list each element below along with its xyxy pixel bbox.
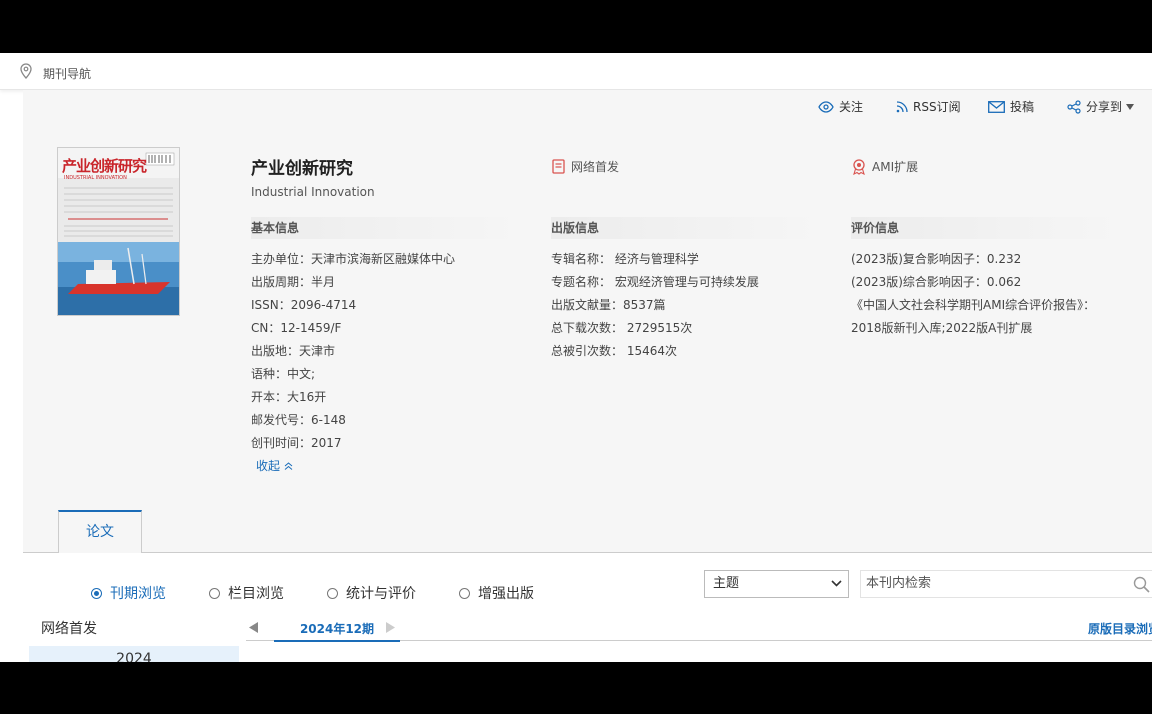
browser-viewport: 期刊导航 关注 RSS订阅 投稿 分享到 产业创新研究 INDUSTRIAL I… [0, 53, 1152, 662]
submit-label: 投稿 [1010, 100, 1035, 114]
basic-field-founded: 创刊时间：2017 [251, 436, 342, 450]
issue-navigation: 2024年12期 原版目录浏览 [246, 616, 1152, 642]
basic-field-frequency: 出版周期：半月 [251, 275, 336, 289]
radio-label: 栏目浏览 [228, 586, 284, 602]
journal-search-input[interactable]: 本刊内检索 [860, 570, 1152, 598]
collapse-label: 收起 [256, 459, 281, 473]
publish-field-topic: 专题名称： 宏观经济管理与可持续发展 [551, 275, 759, 289]
cover-masthead: 产业创新研究 [62, 157, 147, 175]
follow-label: 关注 [839, 100, 864, 114]
rss-label: RSS订阅 [913, 100, 961, 114]
search-icon[interactable] [1133, 576, 1150, 593]
follow-button[interactable]: 关注 [818, 98, 863, 115]
rss-icon [896, 100, 908, 112]
evaluation-info-heading: 评价信息 [851, 217, 1123, 239]
basic-field-sponsor: 主办单位：天津市滨海新区融媒体中心 [251, 252, 456, 266]
journal-cover-image: 产业创新研究 INDUSTRIAL INNOVATION [57, 147, 180, 316]
award-icon [853, 158, 865, 175]
radio-statistics[interactable]: 统计与评价 [327, 583, 416, 603]
basic-field-language: 语种：中文; [251, 367, 316, 381]
prev-issue-arrow-icon[interactable] [249, 622, 259, 633]
eval-field-ami-status: 2018版新刊入库;2022版A刊扩展 [851, 321, 1033, 335]
radio-issue-browse[interactable]: 刊期浏览 [91, 583, 166, 603]
tab-papers[interactable]: 论文 [58, 510, 142, 555]
radio-dot [91, 587, 102, 599]
breadcrumb-journal-nav[interactable]: 期刊导航 [43, 65, 91, 82]
basic-field-postal-code: 邮发代号：6-148 [251, 413, 346, 427]
radio-dot [209, 587, 220, 599]
radio-label: 统计与评价 [346, 586, 416, 602]
collapse-link[interactable]: 收起 [256, 457, 293, 474]
publish-field-articles: 出版文献量：8537篇 [551, 298, 666, 312]
ami-extension-link[interactable]: AMI扩展 [852, 158, 918, 175]
journal-title: 产业创新研究 [251, 159, 353, 179]
journal-title-en: Industrial Innovation [251, 185, 375, 199]
share-button[interactable]: 分享到 [1067, 98, 1135, 115]
publish-field-collection: 专辑名称： 经济与管理科学 [551, 252, 699, 266]
online-first-link[interactable]: 网络首发 [552, 158, 619, 175]
share-label: 分享到 [1086, 100, 1123, 114]
search-placeholder: 本刊内检索 [866, 576, 932, 591]
next-issue-arrow-icon[interactable] [385, 622, 395, 633]
basic-field-issn: ISSN：2096-4714 [251, 298, 357, 312]
double-chevron-up-icon [284, 462, 293, 470]
select-value: 主题 [713, 576, 740, 591]
publish-field-downloads: 总下载次数： 2729515次 [551, 321, 693, 335]
current-issue-tab[interactable]: 2024年12期 [274, 620, 400, 642]
sidebar-online-first[interactable]: 网络首发 [41, 618, 97, 638]
publish-field-citations: 总被引次数： 15464次 [551, 344, 677, 358]
radio-dot [459, 587, 470, 599]
location-pin-icon [20, 63, 32, 79]
search-field-select[interactable]: 主题 [704, 570, 849, 598]
eye-icon [818, 100, 834, 113]
radio-enhanced[interactable]: 增强出版 [459, 583, 534, 603]
basic-field-format: 开本：大16开 [251, 390, 327, 404]
radio-column-browse[interactable]: 栏目浏览 [209, 583, 284, 603]
breadcrumb-bar: 期刊导航 [0, 53, 1152, 90]
caret-down-icon [1126, 103, 1135, 110]
eval-field-composite-if: (2023版)复合影响因子：0.232 [851, 252, 1022, 266]
chevron-down-icon [831, 580, 842, 587]
sidebar-year-item[interactable]: 2024 [29, 646, 239, 662]
cover-masthead-en: INDUSTRIAL INNOVATION [64, 175, 127, 181]
share-icon [1067, 99, 1081, 114]
eval-field-ami-report: 《中国人文社会科学期刊AMI综合评价报告》： [851, 298, 1096, 312]
document-icon [552, 159, 565, 174]
envelope-icon [988, 100, 1005, 113]
submit-button[interactable]: 投稿 [988, 98, 1034, 115]
browse-section: 刊期浏览 栏目浏览 统计与评价 增强出版 主题 本刊内检索 网络首发 2024 … [23, 553, 1152, 662]
journal-detail-panel: 关注 RSS订阅 投稿 分享到 产业创新研究 INDUSTRIAL INNOVA… [23, 90, 1152, 662]
online-first-label: 网络首发 [571, 160, 620, 174]
ami-label: AMI扩展 [872, 160, 919, 174]
eval-field-comprehensive-if: (2023版)综合影响因子：0.062 [851, 275, 1022, 289]
original-toc-link[interactable]: 原版目录浏览 [1088, 620, 1152, 637]
radio-label: 刊期浏览 [110, 586, 166, 602]
publish-info-heading: 出版信息 [551, 217, 823, 239]
rss-button[interactable]: RSS订阅 [896, 98, 961, 115]
radio-label: 增强出版 [478, 586, 534, 602]
basic-info-heading: 基本信息 [251, 217, 523, 239]
basic-field-cn: CN：12-1459/F [251, 321, 342, 335]
radio-dot [327, 587, 338, 599]
basic-field-place: 出版地：天津市 [251, 344, 336, 358]
